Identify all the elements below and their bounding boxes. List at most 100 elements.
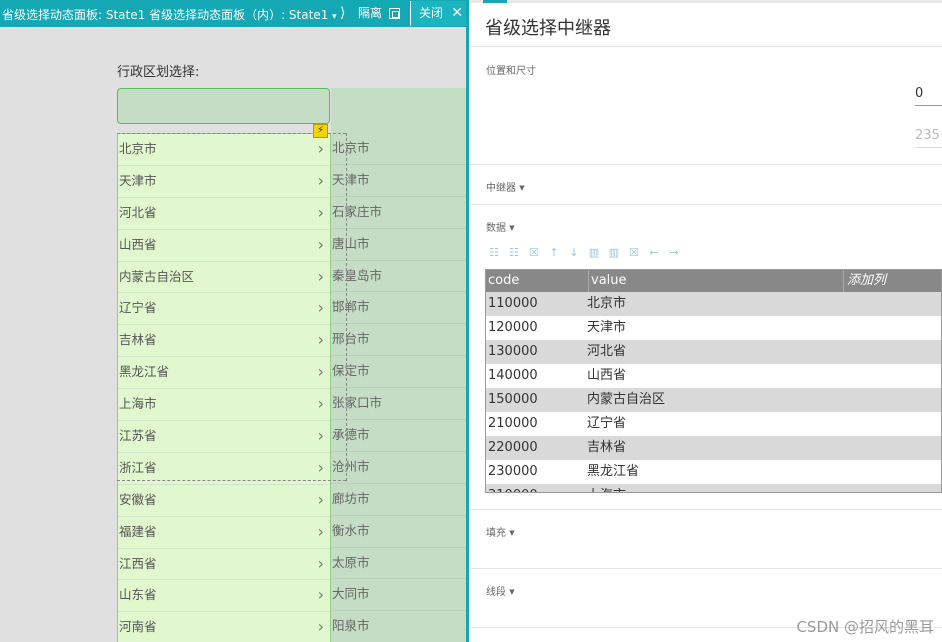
value-cell[interactable]: 辽宁省 — [587, 412, 626, 436]
data-section-toggle[interactable]: 数据 ▼ — [486, 219, 515, 234]
city-item[interactable]: 秦皇岛市 — [331, 261, 466, 293]
table-row[interactable]: 140000 山西省 — [486, 364, 941, 388]
insert-column-left-icon[interactable]: ▥ — [586, 246, 602, 260]
province-list: 北京市 › 天津市 › 河北省 › 山西省 › 内蒙古自治区 › 辽宁省 › 吉林省 › 黑龙江省 › 上海市 ›… — [117, 133, 331, 642]
table-row[interactable]: 310000 上海市 — [486, 484, 941, 492]
city-item[interactable]: 唐山市 — [331, 229, 466, 261]
value-cell[interactable]: 山西省 — [587, 364, 626, 388]
city-item[interactable]: 衡水市 — [331, 516, 466, 548]
city-item[interactable]: 大同市 — [331, 579, 466, 612]
city-item[interactable]: 沧州市 — [331, 452, 466, 484]
chevron-right-icon: › — [317, 585, 324, 605]
position-field[interactable]: 0 — [915, 86, 942, 106]
table-row[interactable]: 220000 吉林省 — [486, 436, 941, 460]
repeater-bound-right — [346, 133, 347, 481]
province-item[interactable]: 江西省 › — [118, 549, 330, 581]
insert-row-above-icon[interactable]: ☷ — [486, 246, 502, 260]
province-item[interactable]: 内蒙古自治区 › — [118, 262, 330, 294]
breadcrumb[interactable]: 省级选择动态面板: State1 省级选择动态面板（内）: State1 ▾ — [2, 6, 342, 23]
province-item[interactable]: 辽宁省 › — [118, 293, 330, 326]
province-item[interactable]: 黑龙江省 › — [118, 357, 330, 390]
value-cell[interactable]: 上海市 — [587, 484, 626, 492]
province-item[interactable]: 福建省 › — [118, 517, 330, 549]
code-cell[interactable]: 210000 — [488, 412, 538, 436]
city-item[interactable]: 廊坊市 — [331, 484, 466, 516]
insert-column-right-icon[interactable]: ▥ — [606, 246, 622, 260]
city-item[interactable]: 阳泉市 — [331, 611, 466, 642]
divider — [469, 164, 942, 165]
column-header-code[interactable]: code — [488, 270, 519, 292]
dropdown-icon: ▼ — [509, 588, 515, 596]
code-cell[interactable]: 140000 — [488, 364, 538, 388]
province-item[interactable]: 天津市 › — [118, 166, 330, 198]
insert-row-below-icon[interactable]: ☷ — [506, 246, 522, 260]
table-row[interactable]: 130000 河北省 — [486, 340, 941, 364]
position-size-label: 位置和尺寸 — [486, 66, 536, 77]
column-header-value[interactable]: value — [588, 270, 627, 292]
table-row[interactable]: 110000 北京市 — [486, 292, 941, 316]
table-row[interactable]: 230000 黑龙江省 — [486, 460, 941, 484]
close-button[interactable]: 关闭 ✕ — [410, 1, 469, 26]
province-item[interactable]: 吉林省 › — [118, 325, 330, 358]
code-cell[interactable]: 120000 — [488, 316, 538, 340]
repeater-section-toggle[interactable]: 中继器 ▼ — [486, 179, 525, 194]
page-title: 省级选择中继器 — [485, 18, 611, 39]
city-item[interactable]: 太原市 — [331, 548, 466, 580]
region-select-box[interactable] — [117, 88, 330, 124]
delete-row-icon[interactable]: ☒ — [526, 246, 542, 260]
chevron-down-icon[interactable]: ▾ — [332, 12, 337, 22]
city-item[interactable]: 张家口市 — [331, 388, 466, 421]
province-item[interactable]: 河北省 › — [118, 198, 330, 230]
move-down-icon[interactable]: ↓ — [566, 246, 582, 260]
value-cell[interactable]: 北京市 — [587, 292, 626, 316]
close-icon: ✕ — [451, 5, 463, 21]
isolate-button[interactable]: 隔离 — [350, 1, 408, 26]
fill-section-toggle[interactable]: 填充 ▼ — [486, 524, 515, 539]
city-item[interactable]: 邢台市 — [331, 324, 466, 357]
city-item[interactable]: 保定市 — [331, 356, 466, 389]
value-cell[interactable]: 吉林省 — [587, 436, 626, 460]
province-label: 北京市 — [119, 141, 157, 156]
grid-body: 110000 北京市 120000 天津市 130000 河北省 140000 山西省 1500… — [486, 292, 941, 492]
move-up-icon[interactable]: ↑ — [546, 246, 562, 260]
code-cell[interactable]: 230000 — [488, 460, 538, 484]
value-cell[interactable]: 内蒙古自治区 — [587, 388, 665, 412]
city-item[interactable]: 承德市 — [331, 420, 466, 452]
chevron-right-icon: › — [317, 617, 324, 637]
delete-column-icon[interactable]: ☒ — [626, 246, 642, 260]
chevron-right-icon: ⟩ — [340, 5, 346, 21]
table-row[interactable]: 150000 内蒙古自治区 — [486, 388, 941, 412]
code-cell[interactable]: 220000 — [488, 436, 538, 460]
province-item[interactable]: 山东省 › — [118, 580, 330, 613]
stroke-section-toggle[interactable]: 线段 ▼ — [486, 583, 515, 598]
city-item[interactable]: 天津市 — [331, 165, 466, 197]
size-field[interactable]: 235 — [915, 128, 942, 148]
move-left-icon[interactable]: ← — [646, 246, 662, 260]
province-item[interactable]: 安徽省 › — [118, 485, 330, 517]
province-item[interactable]: 河南省 › — [118, 612, 330, 642]
province-item[interactable]: 上海市 › — [118, 389, 330, 422]
active-tab-indicator[interactable] — [483, 0, 507, 3]
value-cell[interactable]: 天津市 — [587, 316, 626, 340]
province-item[interactable]: 江苏省 › — [118, 421, 330, 453]
code-cell[interactable]: 110000 — [488, 292, 538, 316]
city-item[interactable]: 石家庄市 — [331, 197, 466, 229]
isolate-label: 隔离 — [358, 6, 383, 20]
move-right-icon[interactable]: → — [666, 246, 682, 260]
value-cell[interactable]: 河北省 — [587, 340, 626, 364]
repeater-bound-bottom — [117, 480, 346, 481]
province-item[interactable]: 山西省 › — [118, 230, 330, 262]
code-cell[interactable]: 150000 — [488, 388, 538, 412]
add-column-button[interactable]: 添加列 — [843, 270, 886, 292]
repeater-data-grid: code value 添加列 110000 北京市 120000 天津市 130000 河… — [485, 269, 942, 493]
province-label: 山东省 — [119, 587, 157, 603]
city-item[interactable]: 邯郸市 — [331, 292, 466, 325]
code-cell[interactable]: 310000 — [488, 484, 538, 492]
table-row[interactable]: 210000 辽宁省 — [486, 412, 941, 436]
table-row[interactable]: 120000 天津市 — [486, 316, 941, 340]
value-cell[interactable]: 黑龙江省 — [587, 460, 639, 484]
code-cell[interactable]: 130000 — [488, 340, 538, 364]
province-item[interactable]: 北京市 › — [118, 134, 330, 166]
city-item[interactable]: 北京市 — [331, 133, 466, 165]
interaction-bolt-icon[interactable]: ⚡ — [313, 124, 328, 138]
